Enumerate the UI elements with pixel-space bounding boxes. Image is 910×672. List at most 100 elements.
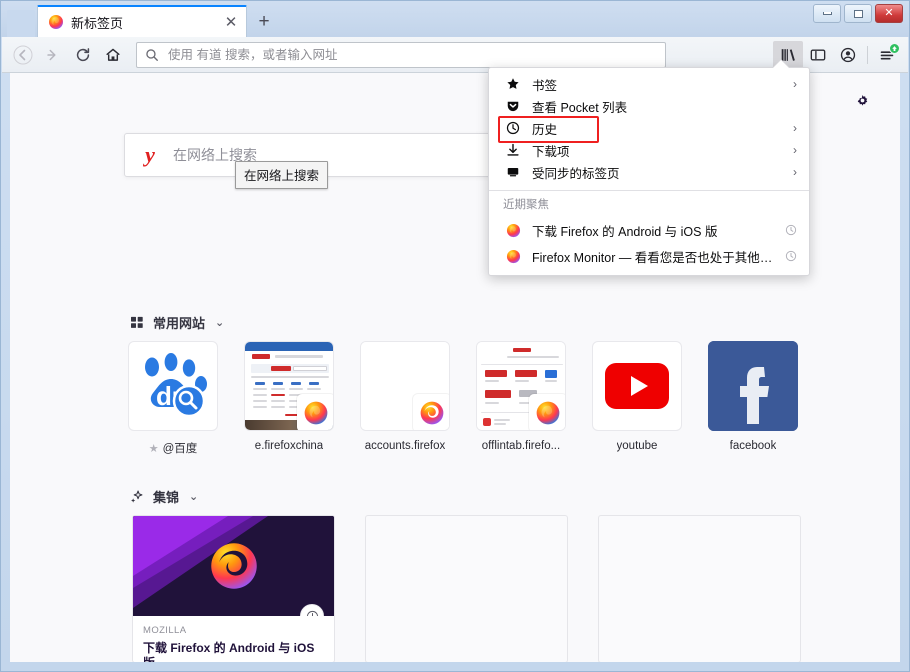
top-site-thumbnail [708,341,798,431]
recent-highlight-item[interactable]: 下载 Firefox 的 Android 与 iOS 版 [489,217,809,243]
highlight-card-body: MOZILLA 下载 Firefox 的 Android 与 iOS 版 [133,616,334,662]
menu-item-downloads[interactable]: 下载项 › [489,139,809,161]
top-site-tile[interactable]: offlintab.firefo... [476,341,566,456]
minimize-button[interactable] [813,4,841,23]
clock-icon [783,224,797,236]
reload-button[interactable] [68,41,98,69]
top-site-tile[interactable]: facebook [708,341,798,456]
close-icon[interactable]: ✕ [222,13,240,31]
highlight-source: MOZILLA [143,625,324,636]
top-site-label: e.firefoxchina [255,440,323,452]
toolbar-buttons [773,41,902,69]
clock-icon [503,121,523,135]
reload-icon [74,46,92,64]
home-icon [104,46,122,64]
menu-item-synced-tabs[interactable]: 受同步的标签页 › [489,161,809,183]
recent-highlight-item[interactable]: Firefox Monitor — 看看您是否也处于其他公司的... [489,243,809,269]
top-site-tile[interactable]: e.firefoxchina [244,341,334,456]
chevron-down-icon[interactable]: ⌄ [215,316,224,329]
top-site-label-row: offlintab.firefo... [482,440,560,452]
top-site-label: facebook [730,440,777,452]
highlight-title: 下载 Firefox 的 Android 与 iOS 版 [143,641,324,662]
recent-highlight-label: Firefox Monitor — 看看您是否也处于其他公司的... [532,247,783,266]
account-icon [839,46,857,64]
menu-item-label: 书签 [532,75,785,94]
arrow-left-icon [13,45,33,65]
new-tab-button[interactable]: + [251,10,277,34]
menu-item-label: 查看 Pocket 列表 [532,97,785,116]
top-site-tile[interactable]: youtube [592,341,682,456]
library-panel: 书签 › 查看 Pocket 列表 历史 › [488,67,810,276]
tab-title: 新标签页 [71,13,222,32]
home-button[interactable] [98,41,128,69]
back-button[interactable] [8,41,38,69]
maximize-button[interactable] [844,4,872,23]
search-icon [145,48,161,62]
menu-item-bookmarks[interactable]: 书签 › [489,73,809,95]
account-button[interactable] [833,41,863,69]
top-site-thumbnail: du [128,341,218,431]
minimize-icon [823,12,832,15]
synced-tabs-icon [503,165,523,179]
firefox-icon [208,540,260,592]
top-site-tile[interactable]: accounts.firefox [360,341,450,456]
chevron-right-icon: › [785,165,797,179]
top-site-label-row: e.firefoxchina [255,440,323,452]
top-site-label-row: facebook [730,440,777,452]
top-sites-list: du ★ @百度 [128,341,798,456]
firefox-icon [48,14,64,30]
chevron-down-icon[interactable]: ⌄ [189,490,198,503]
highlight-card-placeholder [365,515,568,662]
sparkle-icon [129,489,145,505]
sidebar-icon [809,46,827,64]
menu-item-pocket[interactable]: 查看 Pocket 列表 [489,95,809,117]
recent-highlights-caption: 近期聚焦 [489,196,809,212]
top-site-label: youtube [617,440,658,452]
forward-button[interactable] [38,41,68,69]
firefox-icon [297,394,334,431]
highlight-card-placeholder [598,515,801,662]
sidebar-button[interactable] [803,41,833,69]
address-bar[interactable] [136,42,666,68]
top-site-thumbnail [592,341,682,431]
highlights-title: 集锦 [153,487,179,506]
app-menu-button[interactable] [872,41,902,69]
youdao-logo-icon: y [139,144,161,166]
browser-window: 新标签页 ✕ + ✕ [0,0,910,672]
gear-icon[interactable] [850,89,874,113]
tabstrip-left-spacer [7,10,35,37]
close-icon: ✕ [884,8,893,19]
panel-arrow [773,60,789,68]
highlights-list: MOZILLA 下载 Firefox 的 Android 与 iOS 版 [132,515,801,662]
facebook-logo-icon [708,341,798,431]
grid-icon [129,315,145,331]
chevron-right-icon: › [785,143,797,157]
top-sites-title: 常用网站 [153,313,205,332]
address-bar-input[interactable] [168,48,657,62]
top-site-label-row: ★ @百度 [149,440,198,456]
firefox-icon [503,223,523,238]
toolbar-separator [867,46,868,64]
menu-item-history[interactable]: 历史 › [489,117,809,139]
download-icon [503,143,523,157]
menu-separator [489,190,809,191]
arrow-right-icon [44,46,62,64]
maximize-icon [854,10,863,18]
window-controls: ✕ [813,4,903,23]
top-site-label-row: accounts.firefox [365,440,446,452]
baidu-logo-icon: du [137,353,209,419]
top-site-thumbnail [360,341,450,431]
highlight-card[interactable]: MOZILLA 下载 Firefox 的 Android 与 iOS 版 [132,515,335,662]
tab-new-tab-page[interactable]: 新标签页 ✕ [37,5,247,37]
top-site-label: @百度 [163,440,198,456]
top-site-label: offlintab.firefo... [482,440,560,452]
menu-item-label: 历史 [532,119,785,138]
recent-highlight-label: 下载 Firefox 的 Android 与 iOS 版 [532,221,783,240]
top-site-label: accounts.firefox [365,440,446,452]
top-site-label-row: youtube [617,440,658,452]
highlight-thumbnail [133,516,334,616]
update-badge-icon [889,43,900,54]
youtube-logo-icon [605,363,669,409]
close-window-button[interactable]: ✕ [875,4,903,23]
top-site-tile[interactable]: du ★ @百度 [128,341,218,456]
